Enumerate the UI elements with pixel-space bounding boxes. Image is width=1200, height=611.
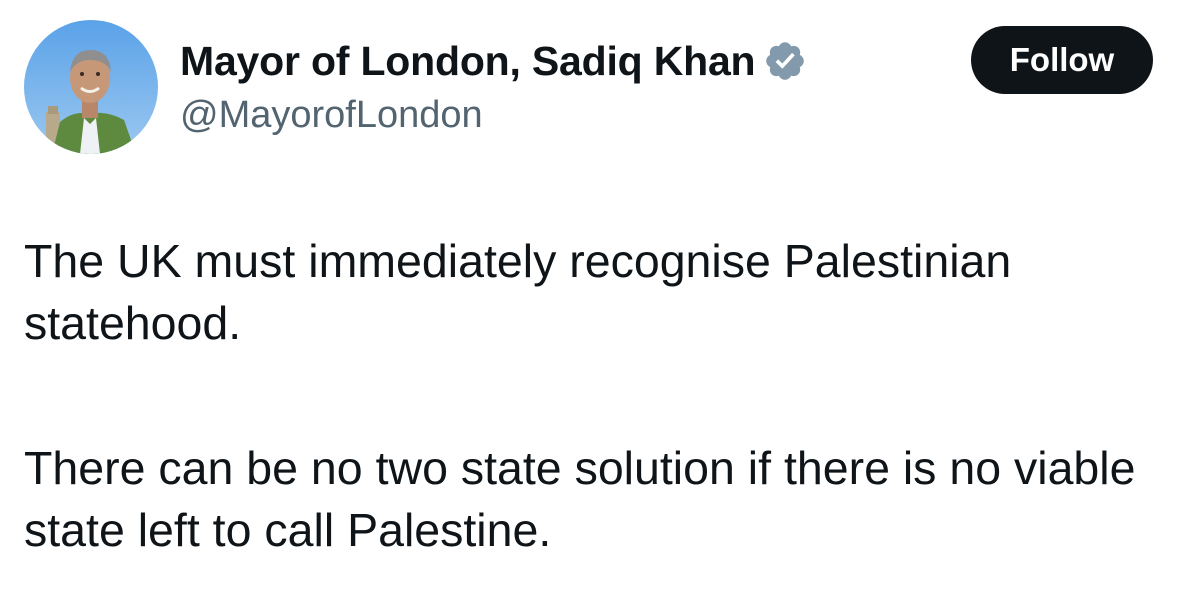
author-handle[interactable]: @MayorofLondon [180,94,483,137]
verified-badge-icon [763,39,807,83]
tweet-card: Mayor of London, Sadiq Khan @MayorofLond… [0,0,1200,611]
avatar[interactable] [24,20,158,154]
author-display-name[interactable]: Mayor of London, Sadiq Khan [180,38,756,85]
follow-button[interactable]: Follow [971,26,1153,94]
tweet-paragraph: The UK must immediately recognise Palest… [24,235,1012,349]
author-name-row: Mayor of London, Sadiq Khan [180,36,807,86]
avatar-photo [24,20,158,154]
tweet-paragraph: There can be no two state solution if th… [24,442,1136,556]
